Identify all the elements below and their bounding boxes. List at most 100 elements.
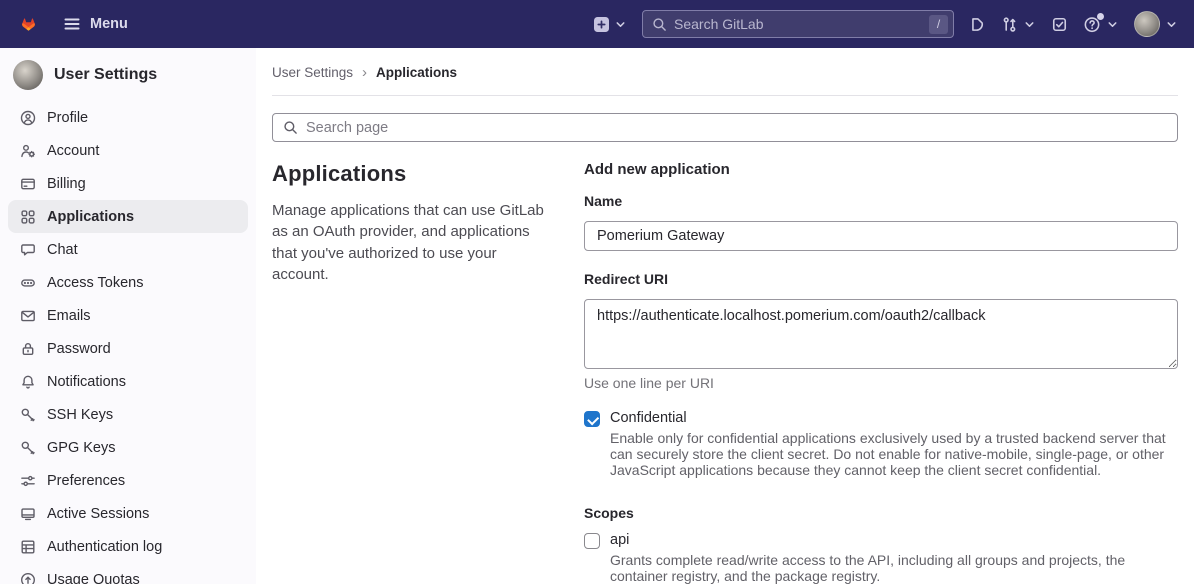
search-icon xyxy=(283,120,298,135)
profile-avatar xyxy=(13,60,43,90)
chevron-down-icon xyxy=(1165,18,1178,31)
sidebar-item-label: Chat xyxy=(47,242,78,258)
preferences-icon xyxy=(20,473,36,489)
sidebar-item-label: Profile xyxy=(47,110,88,126)
sidebar-item-authentication-log[interactable]: Authentication log xyxy=(8,530,248,563)
password-icon xyxy=(20,341,36,357)
gpg-key-icon xyxy=(20,440,36,456)
sidebar-item-ssh-keys[interactable]: SSH Keys xyxy=(8,398,248,431)
sidebar-item-profile[interactable]: Profile xyxy=(8,101,248,134)
new-menu-button[interactable] xyxy=(594,17,627,32)
page-title: Applications xyxy=(272,161,552,187)
navbar-left: Menu xyxy=(16,12,128,37)
page-search-input[interactable] xyxy=(306,120,1167,136)
chat-icon xyxy=(20,242,36,258)
page-search-box[interactable] xyxy=(272,113,1178,142)
menu-label: Menu xyxy=(90,16,128,32)
scope-text: apiGrants complete read/write access to … xyxy=(610,532,1178,584)
merge-request-icon xyxy=(1001,16,1018,33)
help-menu-button[interactable] xyxy=(1083,15,1119,33)
sidebar-item-label: GPG Keys xyxy=(47,440,116,456)
sidebar-item-usage-quotas[interactable]: Usage Quotas xyxy=(8,563,248,584)
sidebar-item-billing[interactable]: Billing xyxy=(8,167,248,200)
scope-help: Grants complete read/write access to the… xyxy=(610,552,1178,584)
sidebar-item-gpg-keys[interactable]: GPG Keys xyxy=(8,431,248,464)
sidebar-item-label: Password xyxy=(47,341,111,357)
gitlab-app-window: Menu / xyxy=(0,0,1194,584)
chevron-down-icon xyxy=(614,18,627,31)
chevron-down-icon xyxy=(1023,18,1036,31)
scope-api-checkbox[interactable] xyxy=(584,533,600,549)
application-name-input[interactable] xyxy=(584,221,1178,251)
sidebar-item-chat[interactable]: Chat xyxy=(8,233,248,266)
search-shortcut-badge: / xyxy=(929,15,948,34)
sidebar-item-label: Preferences xyxy=(47,473,125,489)
confidential-checkbox[interactable] xyxy=(584,411,600,427)
scope-row-api: apiGrants complete read/write access to … xyxy=(584,532,1178,584)
todo-list-icon[interactable] xyxy=(1051,16,1068,33)
breadcrumb-separator-icon: › xyxy=(362,65,367,80)
access-tokens-icon xyxy=(20,275,36,291)
notifications-icon xyxy=(20,374,36,390)
menu-button[interactable]: Menu xyxy=(63,15,128,33)
confidential-row: Confidential Enable only for confidentia… xyxy=(584,410,1178,478)
scopes-list: apiGrants complete read/write access to … xyxy=(584,532,1178,584)
user-menu-button[interactable] xyxy=(1134,11,1178,37)
account-icon xyxy=(20,143,36,159)
global-search-box[interactable]: / xyxy=(642,10,954,38)
notification-dot xyxy=(1097,13,1104,20)
redirect-uri-label: Redirect URI xyxy=(584,271,1178,287)
sidebar-item-label: SSH Keys xyxy=(47,407,113,423)
breadcrumb: User Settings › Applications xyxy=(256,48,1194,80)
sidebar-item-password[interactable]: Password xyxy=(8,332,248,365)
applications-section: Applications Manage applications that ca… xyxy=(256,142,1194,584)
sidebar-item-label: Active Sessions xyxy=(47,506,149,522)
page-description: Manage applications that can use GitLab … xyxy=(272,200,552,285)
merge-requests-button[interactable] xyxy=(1001,16,1036,33)
confidential-help: Enable only for confidential application… xyxy=(610,430,1178,478)
sidebar-item-label: Applications xyxy=(47,209,134,225)
sidebar-item-label: Emails xyxy=(47,308,91,324)
global-search-input[interactable] xyxy=(674,16,922,32)
sidebar-nav: Profile Account Billing Applications Chat Acc… xyxy=(0,98,256,584)
settings-sidebar: User Settings Profile Account Billing Appli… xyxy=(0,48,256,584)
sidebar-item-account[interactable]: Account xyxy=(8,134,248,167)
ssh-key-icon xyxy=(20,407,36,423)
sidebar-item-label: Access Tokens xyxy=(47,275,143,291)
sidebar-item-preferences[interactable]: Preferences xyxy=(8,464,248,497)
sidebar-item-active-sessions[interactable]: Active Sessions xyxy=(8,497,248,530)
user-avatar xyxy=(1134,11,1160,37)
name-field-group: Name xyxy=(584,193,1178,251)
confidential-label: Confidential xyxy=(610,410,1178,426)
profile-icon xyxy=(20,110,36,126)
redirect-uri-help: Use one line per URI xyxy=(584,375,1178,391)
issues-icon[interactable] xyxy=(969,16,986,33)
sidebar-item-emails[interactable]: Emails xyxy=(8,299,248,332)
sidebar-title: User Settings xyxy=(54,66,157,84)
scopes-label: Scopes xyxy=(584,505,1178,521)
redirect-uri-textarea[interactable]: https://authenticate.localhost.pomerium.… xyxy=(584,299,1178,369)
redirect-field-group: Redirect URI https://authenticate.localh… xyxy=(584,271,1178,391)
breadcrumb-current: Applications xyxy=(376,65,457,80)
main-layout: User Settings Profile Account Billing Appli… xyxy=(0,48,1194,584)
usage-quotas-icon xyxy=(20,572,36,584)
chevron-down-icon xyxy=(1106,18,1119,31)
breadcrumb-user-settings[interactable]: User Settings xyxy=(272,65,353,80)
sidebar-item-applications[interactable]: Applications xyxy=(8,200,248,233)
sidebar-item-access-tokens[interactable]: Access Tokens xyxy=(8,266,248,299)
sidebar-item-label: Billing xyxy=(47,176,86,192)
sidebar-item-label: Authentication log xyxy=(47,539,162,555)
gitlab-logo-icon[interactable] xyxy=(16,12,41,37)
sidebar-item-label: Usage Quotas xyxy=(47,572,140,584)
form-heading: Add new application xyxy=(584,161,1178,178)
sidebar-item-label: Notifications xyxy=(47,374,126,390)
sidebar-item-notifications[interactable]: Notifications xyxy=(8,365,248,398)
confidential-text: Confidential Enable only for confidentia… xyxy=(610,410,1178,478)
breadcrumb-divider xyxy=(272,95,1178,96)
name-label: Name xyxy=(584,193,1178,209)
sidebar-header: User Settings xyxy=(0,56,256,98)
add-application-form: Add new application Name Redirect URI ht… xyxy=(584,161,1178,584)
active-sessions-icon xyxy=(20,506,36,522)
applications-icon xyxy=(20,209,36,225)
plus-icon xyxy=(594,17,609,32)
